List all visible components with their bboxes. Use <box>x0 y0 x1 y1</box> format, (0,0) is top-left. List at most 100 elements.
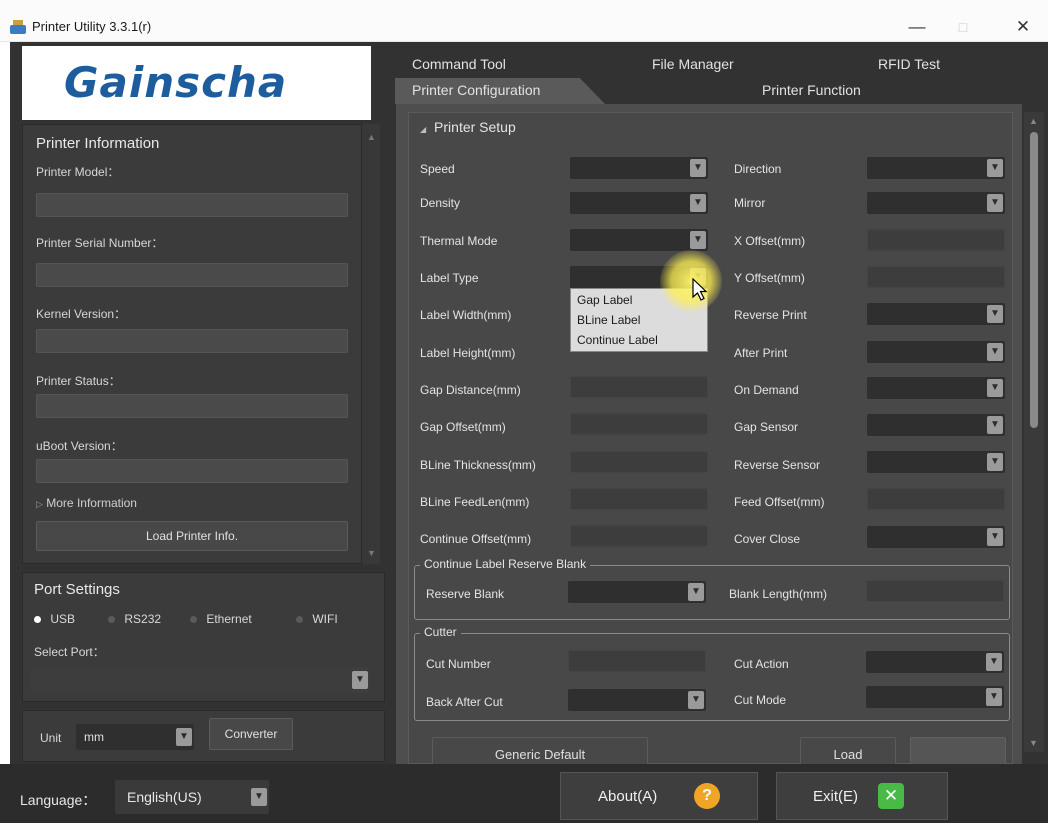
speed-dropdown[interactable]: ▼ <box>570 157 708 179</box>
feed-offset-input[interactable] <box>867 488 1005 510</box>
chevron-down-icon: ▼ <box>987 416 1003 434</box>
language-value: English(US) <box>127 789 202 805</box>
language-dropdown[interactable]: English(US) ▼ <box>115 780 269 814</box>
exit-button[interactable]: Exit(E) ✕ <box>776 772 948 820</box>
maximize-button[interactable]: □ <box>940 12 986 42</box>
chevron-down-icon: ▼ <box>987 453 1003 471</box>
cutter-group-title: Cutter <box>420 625 461 639</box>
unit-label: Unit <box>40 731 62 745</box>
radio-ethernet[interactable]: Ethernet <box>190 612 252 626</box>
option-bline-label[interactable]: BLine Label <box>577 313 640 327</box>
window-title: Printer Utility 3.3.1(r) <box>32 19 152 34</box>
unit-value: mm <box>84 730 104 744</box>
reserve-blank-dropdown[interactable]: ▼ <box>568 581 706 603</box>
tab-file-manager[interactable]: File Manager <box>652 56 734 72</box>
reverse-print-dropdown[interactable]: ▼ <box>867 303 1005 325</box>
printer-status-field <box>36 394 348 418</box>
tab-printer-configuration[interactable]: Printer Configuration <box>412 82 540 98</box>
continue-offset-input[interactable] <box>570 525 708 547</box>
radio-unselected-icon <box>296 616 303 623</box>
collapse-arrow-icon: ◢ <box>420 125 427 134</box>
unit-dropdown[interactable]: mm ▼ <box>76 724 194 750</box>
radio-selected-icon <box>34 616 41 623</box>
back-after-cut-dropdown[interactable]: ▼ <box>568 689 706 711</box>
tab-rfid-test[interactable]: RFID Test <box>878 56 940 72</box>
density-label: Density <box>420 196 461 210</box>
cut-mode-label: Cut Mode <box>734 693 787 707</box>
radio-usb[interactable]: USB <box>34 612 75 626</box>
cover-close-dropdown[interactable]: ▼ <box>867 526 1005 548</box>
brand-logo: Gainscha <box>64 58 288 107</box>
bline-feedlen-input[interactable] <box>570 488 708 510</box>
cover-close-label: Cover Close <box>734 532 801 546</box>
cut-mode-dropdown[interactable]: ▼ <box>866 686 1004 708</box>
on-demand-dropdown[interactable]: ▼ <box>867 377 1005 399</box>
exit-x-icon: ✕ <box>878 783 904 809</box>
tab-printer-function[interactable]: Printer Function <box>762 82 861 98</box>
printer-model-field <box>36 193 348 217</box>
reserve-blank-group-title: Continue Label Reserve Blank <box>420 557 591 571</box>
x-offset-input[interactable] <box>867 229 1005 251</box>
converter-button[interactable]: Converter <box>209 718 293 750</box>
on-demand-label: On Demand <box>734 383 799 397</box>
serial-number-label: Printer Serial Number： <box>36 236 164 250</box>
y-offset-input[interactable] <box>867 266 1005 288</box>
about-label: About(A) <box>598 788 658 805</box>
printer-info-title: Printer Information <box>36 135 160 152</box>
load-clip: Load <box>800 737 896 764</box>
gap-offset-label: Gap Offset(mm) <box>420 420 506 434</box>
x-offset-label: X Offset(mm) <box>734 234 806 248</box>
feed-offset-label: Feed Offset(mm) <box>734 495 825 509</box>
density-dropdown[interactable]: ▼ <box>570 192 708 214</box>
cut-number-label: Cut Number <box>426 657 491 671</box>
reverse-print-label: Reverse Print <box>734 308 807 322</box>
back-after-cut-label: Back After Cut <box>426 695 503 709</box>
blank-length-label: Blank Length(mm) <box>729 587 828 601</box>
speed-label: Speed <box>420 162 455 176</box>
after-print-dropdown[interactable]: ▼ <box>867 341 1005 363</box>
save-clip <box>910 737 1006 764</box>
load-button[interactable]: Load <box>800 737 896 764</box>
radio-usb-label: USB <box>50 612 76 626</box>
cursor-highlight <box>660 250 722 312</box>
gap-distance-input[interactable] <box>570 376 708 398</box>
more-information-toggle[interactable]: ▷ More Information <box>36 496 137 510</box>
option-gap-label[interactable]: Gap Label <box>577 293 632 307</box>
chevron-down-icon: ▼ <box>986 688 1002 706</box>
save-button[interactable] <box>910 737 1006 764</box>
printer-setup-header[interactable]: ◢ Printer Setup <box>420 119 516 135</box>
select-port-dropdown[interactable]: ▼ <box>30 667 370 693</box>
direction-dropdown[interactable]: ▼ <box>867 157 1005 179</box>
close-button[interactable]: ✕ <box>1000 12 1046 42</box>
exit-label: Exit(E) <box>813 788 858 805</box>
chevron-down-icon: ▼ <box>987 379 1003 397</box>
chevron-down-icon: ▼ <box>690 159 706 177</box>
load-printer-info-button[interactable]: Load Printer Info. <box>36 521 348 551</box>
bline-thickness-input[interactable] <box>570 451 708 473</box>
minimize-button[interactable]: — <box>894 12 940 42</box>
option-continue-label[interactable]: Continue Label <box>577 333 658 347</box>
blank-length-input[interactable] <box>866 580 1004 602</box>
radio-rs232[interactable]: RS232 <box>108 612 161 626</box>
gap-offset-input[interactable] <box>570 413 708 435</box>
about-button[interactable]: About(A) ? <box>560 772 758 820</box>
expand-arrow-icon: ▷ <box>36 499 43 509</box>
mirror-dropdown[interactable]: ▼ <box>867 192 1005 214</box>
cut-action-dropdown[interactable]: ▼ <box>866 651 1004 673</box>
reverse-sensor-dropdown[interactable]: ▼ <box>867 451 1005 473</box>
thermal-mode-dropdown[interactable]: ▼ <box>570 229 708 251</box>
uboot-version-label: uBoot Version： <box>36 439 123 453</box>
gap-distance-label: Gap Distance(mm) <box>420 383 521 397</box>
generic-default-button[interactable]: Generic Default <box>432 737 648 764</box>
cut-number-input[interactable] <box>568 650 706 672</box>
select-port-label: Select Port： <box>34 645 105 659</box>
config-scroll-thumb[interactable] <box>1030 132 1038 428</box>
radio-unselected-icon <box>108 616 115 623</box>
label-width-label: Label Width(mm) <box>420 308 512 322</box>
tab-command-tool[interactable]: Command Tool <box>412 56 506 72</box>
chevron-down-icon: ▼ <box>688 583 704 601</box>
gap-sensor-dropdown[interactable]: ▼ <box>867 414 1005 436</box>
radio-unselected-icon <box>190 616 197 623</box>
radio-wifi[interactable]: WIFI <box>296 612 338 626</box>
printer-info-scrollbar[interactable]: ▲ ▼ <box>362 124 380 564</box>
